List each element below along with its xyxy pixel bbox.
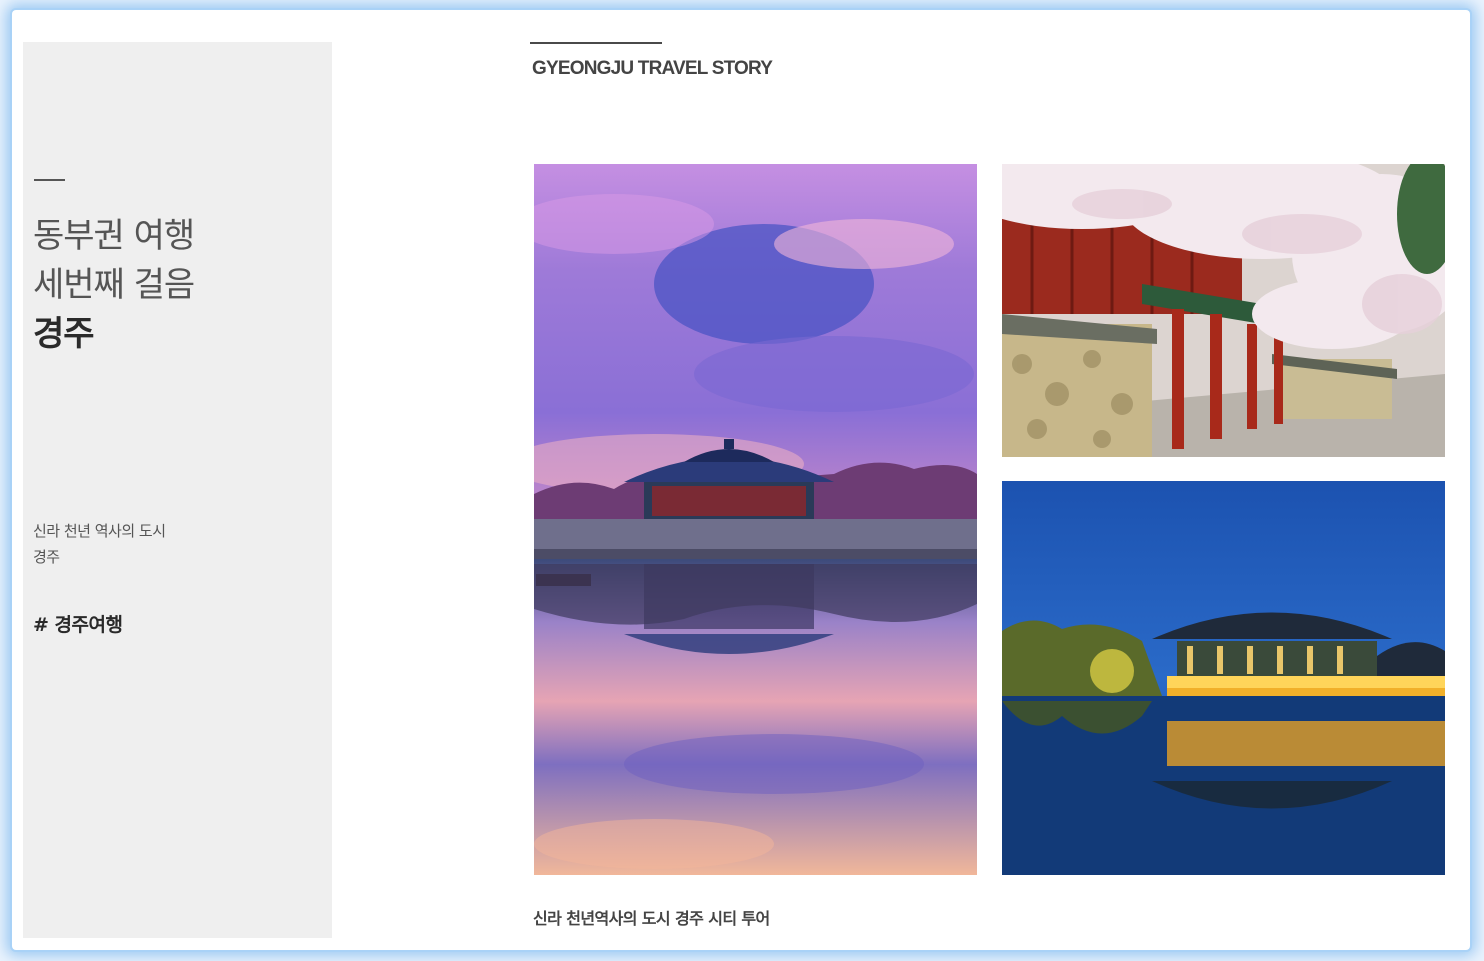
hashtag-link[interactable]: # 경주여행 bbox=[33, 610, 123, 637]
sidebar-desc-line-1: 신라 천년 역사의 도시 bbox=[33, 522, 166, 540]
sidebar-description: 신라 천년 역사의 도시 경주 bbox=[33, 518, 166, 570]
sidebar-title-line-1: 동부권 여행 bbox=[33, 216, 195, 256]
photo-pavilion-night[interactable] bbox=[1002, 481, 1445, 875]
sidebar-title-line-2: 세번째 걸음 bbox=[33, 265, 195, 305]
sidebar-desc-line-2: 경주 bbox=[33, 548, 60, 566]
photo-caption: 신라 천년역사의 도시 경주 시티 투어 bbox=[533, 909, 770, 928]
page-heading: GYEONGJU TRAVEL STORY bbox=[532, 58, 773, 79]
photo-gate-cherry-blossoms[interactable] bbox=[1002, 164, 1445, 457]
sidebar-title: 동부권 여행 세번째 걸음 경주 bbox=[33, 212, 195, 359]
sidebar: 동부권 여행 세번째 걸음 경주 신라 천년 역사의 도시 경주 # 경주여행 bbox=[23, 42, 332, 938]
heading-rule bbox=[530, 42, 662, 44]
photo-pavilion-dusk[interactable] bbox=[534, 164, 977, 875]
page-window: 동부권 여행 세번째 걸음 경주 신라 천년 역사의 도시 경주 # 경주여행 … bbox=[23, 22, 1461, 938]
sidebar-title-city: 경주 bbox=[33, 314, 95, 354]
sidebar-dash-decoration bbox=[34, 179, 65, 181]
